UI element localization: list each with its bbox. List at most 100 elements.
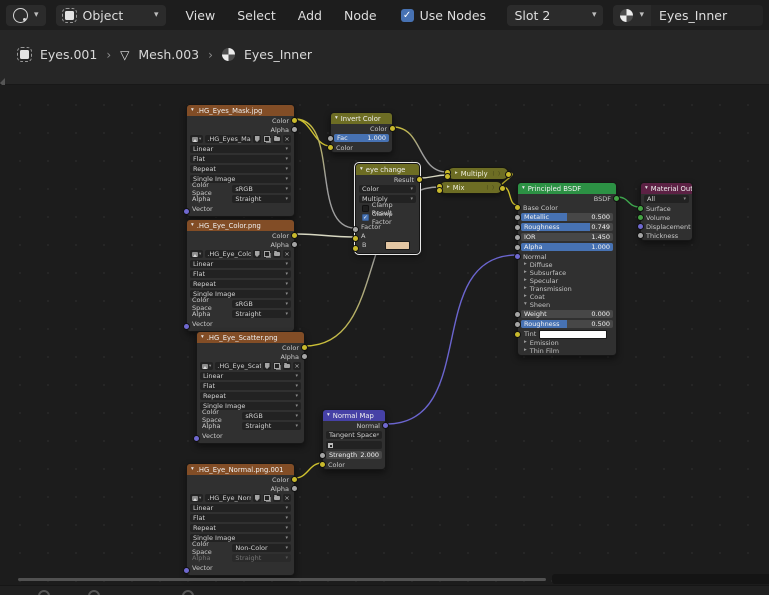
- select-srgb[interactable]: sRGB ▾: [242, 412, 301, 420]
- select-linear[interactable]: Linear ▾: [190, 504, 291, 512]
- socket-r[interactable]: [292, 486, 297, 491]
- node-header[interactable]: ▾ .HG_Eye_Normal.png.001: [187, 464, 294, 475]
- socket-r[interactable]: [506, 172, 511, 177]
- socket-l[interactable]: [194, 436, 199, 441]
- socket-l[interactable]: [328, 145, 333, 150]
- socket-l[interactable]: [638, 206, 643, 211]
- socket-l[interactable]: [437, 188, 442, 193]
- socket-r[interactable]: [292, 242, 297, 247]
- node-eye-normal-image[interactable]: ▾ .HG_Eye_Normal.png.001 Color Alpha ▾ .HG_Ey…: [184, 463, 297, 576]
- image-name[interactable]: .HG_Eyes_Mask.j...: [205, 135, 251, 143]
- open-image-button[interactable]: [283, 362, 291, 370]
- horizontal-scrollbar[interactable]: [18, 578, 546, 581]
- checkbox-clamp-factor[interactable]: ✓ Clamp Factor: [356, 210, 419, 226]
- socket-l[interactable]: [184, 209, 189, 214]
- node-header[interactable]: ▾ .HG_Eye_Scatter.png: [197, 332, 304, 343]
- select-non-color[interactable]: Non-Color ▾: [232, 544, 291, 552]
- panel-sheen[interactable]: ▾ Sheen: [518, 301, 616, 309]
- node-multiply-math[interactable]: ▸ Multiply ( ): [445, 167, 511, 180]
- node-header[interactable]: ▾ .HG_Eyes_Mask.jpg: [187, 105, 294, 116]
- select-linear[interactable]: Linear ▾: [190, 145, 291, 153]
- socket-l[interactable]: [445, 174, 450, 179]
- select-tangent-space[interactable]: Tangent Space ▾: [326, 431, 383, 439]
- select-repeat[interactable]: Repeat ▾: [190, 524, 291, 532]
- unlink-button[interactable]: ×: [293, 362, 301, 370]
- select-linear[interactable]: Linear ▾: [190, 260, 291, 268]
- socket-r[interactable]: [383, 423, 388, 428]
- panel-emission[interactable]: ▸ Emission: [518, 339, 616, 347]
- checkbox-box[interactable]: ✓: [362, 214, 369, 221]
- panel-transmission[interactable]: ▸ Transmission: [518, 285, 616, 293]
- socket-l[interactable]: [353, 227, 358, 232]
- panel-subsurface[interactable]: ▸ Subsurface: [518, 269, 616, 277]
- node-header[interactable]: ▾ Normal Map: [323, 410, 385, 421]
- select-linear[interactable]: Linear ▾: [200, 372, 301, 380]
- node-eye-change-mix[interactable]: ▾ eye change Result Color ▾ Multiply ▾ Clamp Re…: [353, 163, 422, 254]
- socket-r[interactable]: [417, 177, 422, 182]
- duplicate-button[interactable]: [263, 494, 271, 502]
- select-color[interactable]: Color ▾: [359, 185, 416, 193]
- select-repeat[interactable]: Repeat ▾: [200, 392, 301, 400]
- socket-l[interactable]: [638, 233, 643, 238]
- node-eye-scatter-image[interactable]: ▾ .HG_Eye_Scatter.png Color Alpha ▾ .HG_Eye_S…: [194, 331, 307, 444]
- socket-l[interactable]: [184, 568, 189, 573]
- panel-thin-film[interactable]: ▸ Thin Film: [518, 347, 616, 355]
- node-header[interactable]: ▾ .HG_Eye_Color.png: [187, 220, 294, 231]
- duplicate-button[interactable]: [263, 250, 271, 258]
- socket-l[interactable]: [320, 452, 325, 458]
- select-all[interactable]: All ▾: [644, 195, 689, 203]
- image-browser-button[interactable]: ▾: [190, 250, 204, 258]
- checkbox-box[interactable]: [362, 205, 369, 212]
- socket-l[interactable]: [515, 244, 520, 250]
- socket-l[interactable]: [353, 245, 358, 251]
- socket-l[interactable]: [353, 236, 358, 241]
- select-repeat[interactable]: Repeat ▾: [190, 280, 291, 288]
- socket-r[interactable]: [302, 345, 307, 350]
- select-flat[interactable]: Flat ▾: [200, 382, 301, 390]
- node-header[interactable]: ▾Material Output: [641, 183, 692, 194]
- fake-user-button[interactable]: [253, 250, 261, 258]
- slider-fac[interactable]: Fac 1.000: [334, 134, 389, 142]
- slider-alpha[interactable]: Alpha 1.000: [521, 243, 613, 251]
- slider-roughness[interactable]: Roughness 0.749: [521, 223, 613, 231]
- socket-r[interactable]: [500, 186, 505, 191]
- socket-r[interactable]: [292, 118, 297, 123]
- slider-ior[interactable]: IOR 1.450: [521, 233, 613, 241]
- open-image-button[interactable]: [273, 494, 281, 502]
- node-header[interactable]: ▾ eye change: [356, 164, 419, 175]
- socket-l[interactable]: [328, 135, 333, 141]
- duplicate-button[interactable]: [273, 362, 281, 370]
- select-straight[interactable]: Straight ▾: [232, 195, 291, 203]
- image-browser-button[interactable]: ▾: [190, 135, 204, 143]
- socket-l[interactable]: [184, 324, 189, 329]
- socket-l[interactable]: [515, 254, 520, 259]
- socket-l[interactable]: [638, 215, 643, 220]
- node-header[interactable]: ▾ Principled BSDF: [518, 183, 616, 194]
- socket-l[interactable]: [515, 224, 520, 230]
- node-mix-math[interactable]: ▸ Mix ( ): [437, 181, 505, 194]
- select-flat[interactable]: Flat ▾: [190, 514, 291, 522]
- select-srgb[interactable]: sRGB ▾: [232, 185, 291, 193]
- unlink-button[interactable]: ×: [283, 494, 291, 502]
- node-invert-color[interactable]: ▾ Invert Color Color Fac 1.000 Color: [328, 112, 395, 153]
- panel-diffuse[interactable]: ▸ Diffuse: [518, 261, 616, 269]
- unlink-button[interactable]: ×: [283, 250, 291, 258]
- uv-map-field[interactable]: [326, 441, 382, 449]
- open-image-button[interactable]: [273, 135, 281, 143]
- image-name[interactable]: .HG_Eye_Color.png: [205, 250, 251, 258]
- socket-r[interactable]: [302, 354, 307, 359]
- slider-strength[interactable]: Strength 2.000: [326, 451, 382, 459]
- open-image-button[interactable]: [273, 250, 281, 258]
- node-principled-bsdf[interactable]: ▾ Principled BSDF BSDF Base Color Metallic 0.…: [515, 182, 619, 356]
- image-browser-button[interactable]: ▾: [200, 362, 214, 370]
- color-swatch[interactable]: [385, 240, 410, 250]
- socket-l[interactable]: [515, 321, 520, 327]
- select-straight[interactable]: Straight ▾: [232, 310, 291, 318]
- select-flat[interactable]: Flat ▾: [190, 155, 291, 163]
- image-name[interactable]: .HG_Eye_Normal...: [205, 494, 251, 502]
- select-srgb[interactable]: sRGB ▾: [232, 300, 291, 308]
- slider-weight[interactable]: Weight 0.000: [521, 310, 613, 318]
- slider-metallic[interactable]: Metallic 0.500: [521, 213, 613, 221]
- socket-r[interactable]: [390, 126, 395, 131]
- socket-l[interactable]: [515, 331, 520, 337]
